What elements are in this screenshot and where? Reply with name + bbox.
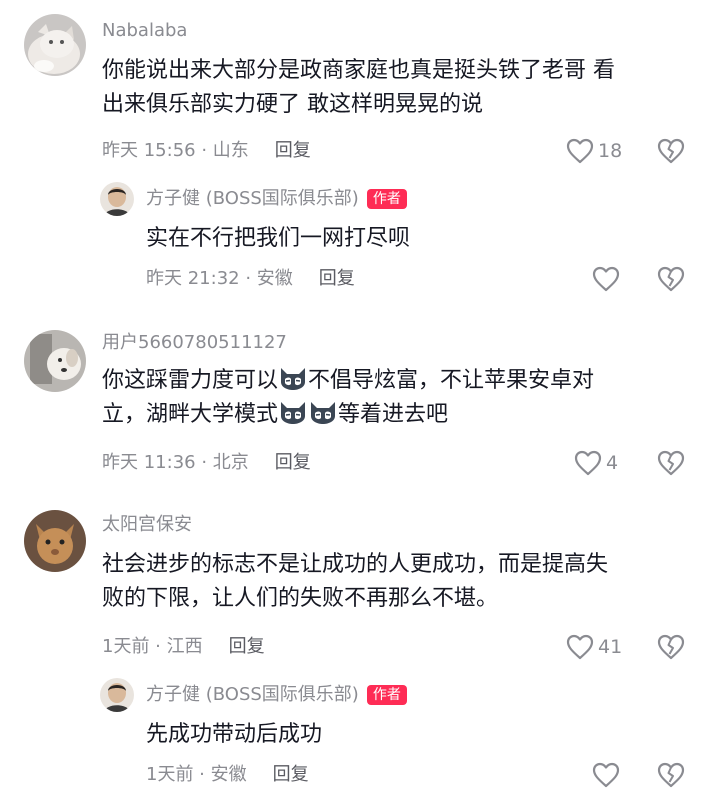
dislike-button[interactable] [656, 265, 686, 293]
heart-icon [592, 266, 620, 292]
comment-text: 你能说出来大部分是政商家庭也真是挺头铁了老哥 看 出来俱乐部实力硬了 敢这样明晃… [102, 54, 615, 122]
dog-avatar[interactable] [24, 330, 86, 392]
cat-avatar[interactable] [24, 14, 86, 76]
wolf-grin-emoji [308, 398, 338, 426]
broken-heart-icon [656, 265, 686, 293]
heart-icon [566, 634, 594, 660]
comment-item: 太阳宫保安 社会进步的标志不是让成功的人更成功，而是提高失 败的下限，让人们的失… [0, 500, 714, 800]
comment-meta: 昨天 11:36 · 北京 回复 [102, 450, 311, 476]
broken-heart-icon [656, 137, 686, 165]
reply-username-text: 方子健 (BOSS国际俱乐部) [146, 188, 359, 209]
wolf-grin-emoji [278, 364, 308, 392]
broken-heart-icon [656, 633, 686, 661]
author-avatar[interactable] [100, 182, 134, 216]
cat-orange-avatar[interactable] [24, 510, 86, 572]
reply-username[interactable]: 方子健 (BOSS国际俱乐部) 作者 [146, 188, 407, 210]
comment-time-location: 昨天 15:56 · 山东 [102, 140, 249, 161]
comment-text-line: 你这踩雷力度可以 不倡导炫富，不让苹果安卓对 [102, 364, 594, 398]
comment-text-line: 败的下限，让人们的失败不再那么不堪。 [102, 586, 499, 611]
broken-heart-icon [656, 761, 686, 789]
reply-meta: 1天前 · 安徽 回复 [146, 762, 309, 788]
reply-time-location: 1天前 · 安徽 [146, 764, 247, 785]
dislike-button[interactable] [656, 137, 686, 165]
broken-heart-icon [656, 449, 686, 477]
heart-icon [592, 762, 620, 788]
like-button[interactable] [592, 762, 620, 788]
heart-icon [566, 138, 594, 164]
dislike-button[interactable] [656, 633, 686, 661]
comment-meta: 昨天 15:56 · 山东 回复 [102, 138, 311, 164]
comment-text-line: 你能说出来大部分是政商家庭也真是挺头铁了老哥 看 [102, 58, 615, 83]
comment-text-segment: 你这踩雷力度可以 [102, 368, 279, 393]
reply-button[interactable]: 回复 [275, 452, 311, 473]
like-button[interactable]: 41 [566, 634, 622, 660]
comment-username[interactable]: 太阳宫保安 [102, 514, 192, 536]
comment-item: Nabalaba 你能说出来大部分是政商家庭也真是挺头铁了老哥 看 出来俱乐部实… [0, 0, 714, 320]
dislike-button[interactable] [656, 449, 686, 477]
like-count: 18 [598, 140, 623, 162]
reply-button[interactable]: 回复 [229, 636, 265, 657]
comment-text: 社会进步的标志不是让成功的人更成功，而是提高失 败的下限，让人们的失败不再那么不… [102, 548, 608, 616]
author-badge: 作者 [366, 189, 407, 209]
comment-username[interactable]: Nabalaba [102, 20, 187, 42]
reply-button[interactable]: 回复 [319, 268, 355, 289]
comment-text: 你这踩雷力度可以 不倡导炫富，不让苹果安卓对 立，湖畔大学模式 等着进去吧 [102, 364, 594, 432]
comment-meta: 1天前 · 江西 回复 [102, 634, 265, 660]
dislike-button[interactable] [656, 761, 686, 789]
comment-text-line: 出来俱乐部实力硬了 敢这样明晃晃的说 [102, 92, 483, 117]
reply-time-location: 昨天 21:32 · 安徽 [146, 268, 293, 289]
reply-button[interactable]: 回复 [275, 140, 311, 161]
author-badge: 作者 [366, 685, 407, 705]
like-button[interactable]: 18 [566, 138, 622, 164]
like-button[interactable] [592, 266, 620, 292]
comment-text-segment: 等着进去吧 [338, 402, 449, 427]
like-button[interactable]: 4 [574, 450, 618, 476]
wolf-grin-emoji [278, 398, 308, 426]
heart-icon [574, 450, 602, 476]
like-count: 4 [606, 452, 619, 474]
comment-item: 用户5660780511127 你这踩雷力度可以 不倡导炫富，不让苹果安卓对 立，… [0, 320, 714, 500]
like-count: 41 [598, 636, 623, 658]
author-avatar[interactable] [100, 678, 134, 712]
comment-text-segment: 不倡导炫富，不让苹果安卓对 [308, 368, 595, 393]
reply-username[interactable]: 方子健 (BOSS国际俱乐部) 作者 [146, 684, 407, 706]
comment-text-line: 立，湖畔大学模式 等着进去吧 [102, 398, 594, 432]
reply-button[interactable]: 回复 [273, 764, 309, 785]
comment-time-location: 1天前 · 江西 [102, 636, 203, 657]
reply-text: 先成功带动后成功 [146, 722, 323, 747]
reply-text: 实在不行把我们一网打尽呗 [146, 226, 411, 251]
reply-meta: 昨天 21:32 · 安徽 回复 [146, 266, 355, 292]
comment-username[interactable]: 用户5660780511127 [102, 332, 287, 354]
comment-text-segment: 立，湖畔大学模式 [102, 402, 279, 427]
comment-text-line: 社会进步的标志不是让成功的人更成功，而是提高失 [102, 552, 609, 577]
reply-username-text: 方子健 (BOSS国际俱乐部) [146, 684, 359, 705]
comment-time-location: 昨天 11:36 · 北京 [102, 452, 249, 473]
